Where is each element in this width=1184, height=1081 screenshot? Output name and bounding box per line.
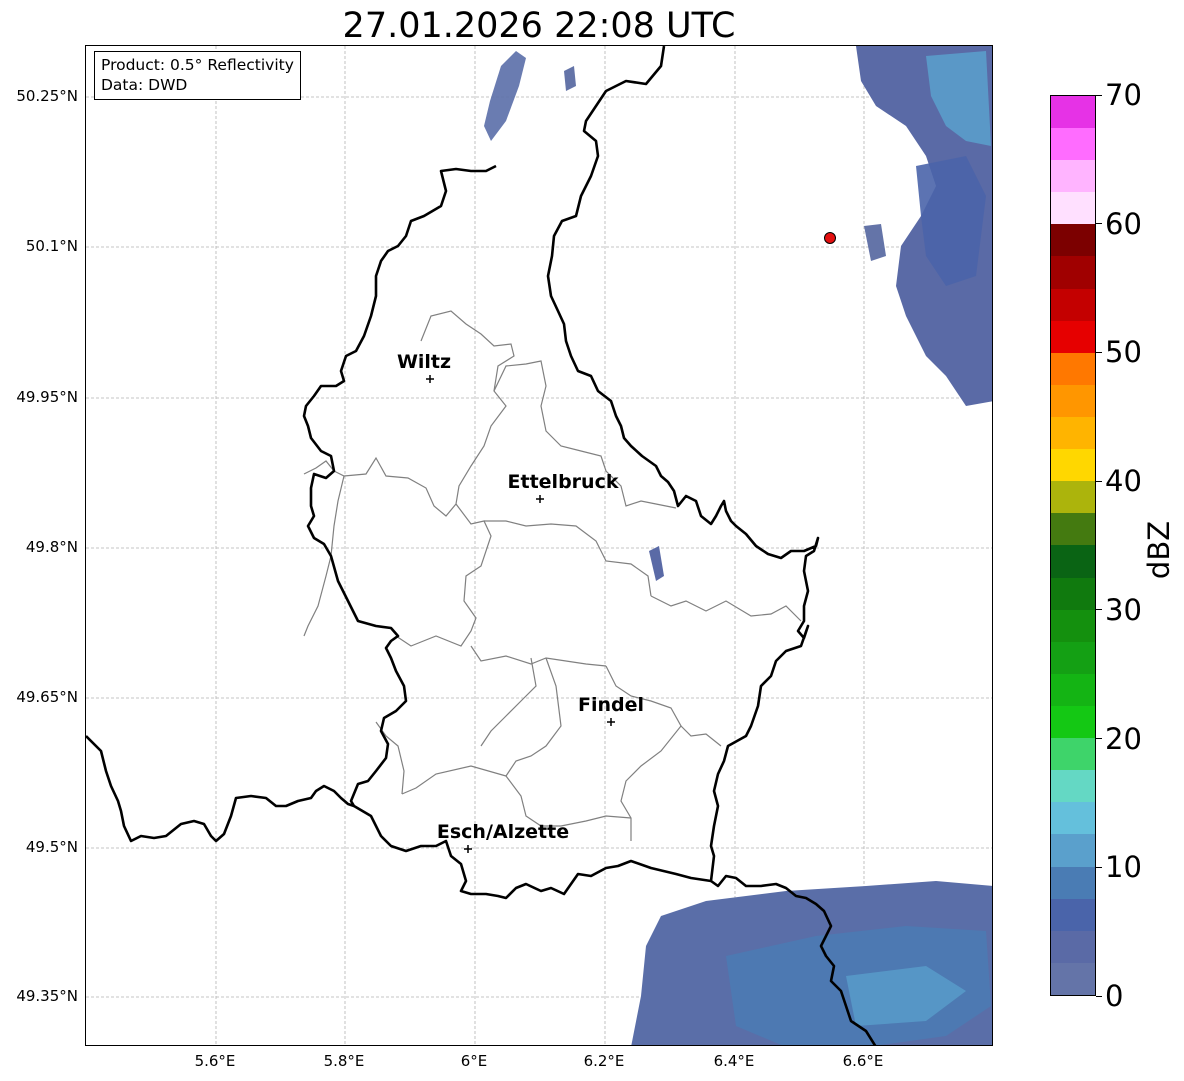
colorbar-tick-label: 60 <box>1105 206 1142 241</box>
lat-label-49-65: 49.65°N <box>16 688 78 706</box>
lon-label-6-4: 6.4°E <box>713 1052 755 1070</box>
echo-east-small <box>864 224 886 261</box>
lat-label-49-5: 49.5°N <box>25 838 78 856</box>
colorbar-tick <box>1096 995 1102 997</box>
colorbar-tick-label: 40 <box>1105 464 1142 499</box>
colorbar-segment <box>1051 256 1095 289</box>
colorbar-segment <box>1051 577 1095 610</box>
lat-label-49-95: 49.95°N <box>16 388 78 406</box>
colorbar-segment <box>1051 962 1095 995</box>
map-title: 27.01.2026 22:08 UTC <box>342 6 736 46</box>
lon-label-6-2: 6.2°E <box>583 1052 625 1070</box>
city-marker-wiltz <box>426 375 434 383</box>
colorbar-tick <box>1096 94 1102 96</box>
radar-echoes <box>484 46 992 1045</box>
colorbar-segment <box>1051 641 1095 674</box>
colorbar-segment <box>1051 160 1095 193</box>
colorbar-segment <box>1051 224 1095 257</box>
city-markers <box>426 375 615 853</box>
colorbar-tick-label: 0 <box>1105 979 1124 1013</box>
lon-label-5-8: 5.8°E <box>323 1052 365 1070</box>
colorbar-segment <box>1051 449 1095 482</box>
colorbar-tick-label: 70 <box>1105 78 1142 112</box>
colorbar-segment <box>1051 417 1095 450</box>
colorbar-segment <box>1051 834 1095 867</box>
colorbar-segment <box>1051 545 1095 578</box>
colorbar-segment <box>1051 288 1095 321</box>
colorbar-segment <box>1051 609 1095 642</box>
colorbar <box>1050 95 1096 996</box>
colorbar-segment <box>1051 706 1095 739</box>
colorbar-tick-label: 20 <box>1105 721 1142 756</box>
colorbar-tick <box>1096 480 1102 482</box>
colorbar-segment <box>1051 384 1095 418</box>
colorbar-segment <box>1051 352 1095 385</box>
colorbar-segment <box>1051 320 1095 353</box>
colorbar-segment <box>1051 930 1095 963</box>
echo-north <box>484 51 526 141</box>
colorbar-tick <box>1096 738 1102 740</box>
colorbar-tick <box>1096 223 1102 225</box>
lat-label-49-35: 49.35°N <box>16 987 78 1005</box>
lon-label-6-6: 6.6°E <box>842 1052 884 1070</box>
product-label: Product: 0.5° Reflectivity <box>101 56 294 74</box>
colorbar-tick-label: 50 <box>1105 335 1142 370</box>
lat-label-49-8: 49.8°N <box>25 538 78 556</box>
city-marker-ettelbruck <box>536 495 544 503</box>
radar-site-marker <box>824 232 836 244</box>
colorbar-tick <box>1096 351 1102 353</box>
city-label-ettelbruck: Ettelbruck <box>507 471 619 493</box>
lat-label-50-25: 50.25°N <box>16 87 78 105</box>
colorbar-segment <box>1051 738 1095 771</box>
city-marker-esch <box>464 845 472 853</box>
map-area[interactable] <box>85 45 993 1046</box>
colorbar-tick <box>1096 866 1102 868</box>
colorbar-segment <box>1051 128 1095 161</box>
city-marker-findel <box>607 718 615 726</box>
colorbar-segment <box>1051 192 1095 225</box>
map-canvas <box>86 46 992 1045</box>
colorbar-segment <box>1051 770 1095 803</box>
lon-label-5-6: 5.6°E <box>194 1052 236 1070</box>
echo-center <box>649 546 664 581</box>
product-info-box: Product: 0.5° Reflectivity Data: DWD <box>94 51 301 100</box>
colorbar-tick <box>1096 609 1102 611</box>
colorbar-segment <box>1051 673 1095 707</box>
city-label-wiltz: Wiltz <box>396 351 452 373</box>
canton-boundaries <box>303 310 802 841</box>
colorbar-segment <box>1051 866 1095 899</box>
lon-label-6: 6°E <box>460 1052 488 1070</box>
city-label-esch-alzette: Esch/Alzette <box>436 821 570 843</box>
colorbar-tick-label: 30 <box>1105 592 1142 627</box>
colorbar-tick-label: 10 <box>1105 850 1142 885</box>
data-source-label: Data: DWD <box>101 76 188 94</box>
lat-label-50-1: 50.1°N <box>25 237 78 255</box>
city-label-findel: Findel <box>577 694 645 716</box>
colorbar-unit-label: dBZ <box>1142 520 1176 580</box>
echo-north-small <box>564 66 576 91</box>
colorbar-segment <box>1051 898 1095 931</box>
colorbar-segment <box>1051 481 1095 514</box>
colorbar-segment <box>1051 513 1095 546</box>
colorbar-segment <box>1051 802 1095 835</box>
colorbar-segment <box>1051 95 1095 129</box>
